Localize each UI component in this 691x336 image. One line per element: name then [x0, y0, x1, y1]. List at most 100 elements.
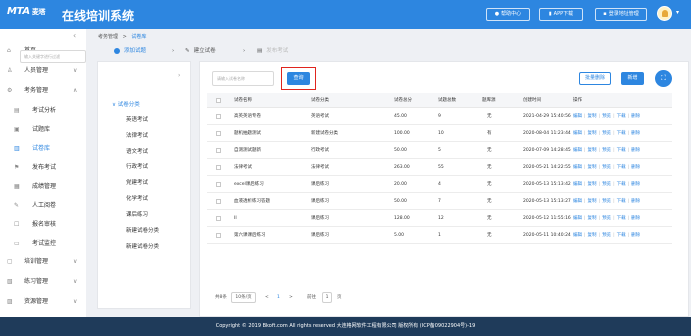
tree-node[interactable]: 课后练习	[126, 210, 148, 218]
row-checkbox[interactable]	[216, 165, 221, 170]
download-link[interactable]: 下载	[617, 216, 626, 221]
step-add-question[interactable]: 添加试题	[114, 46, 146, 56]
copy-link[interactable]: 复制	[588, 216, 597, 221]
sidebar-item-exam-affairs[interactable]: ⚙ 考务管理 ∧	[0, 84, 86, 98]
sidebar-item-training[interactable]: ▢ 培训管理 ∨	[0, 255, 86, 269]
chevron-right-icon[interactable]: ›	[178, 72, 180, 79]
tree-node[interactable]: 行政考试	[126, 162, 148, 170]
new-paper-button[interactable]: 新增	[621, 72, 644, 85]
download-link[interactable]: 下载	[617, 182, 626, 187]
download-link[interactable]: 下载	[617, 131, 626, 136]
row-checkbox[interactable]	[216, 182, 221, 187]
tree-node[interactable]: 语文考试	[126, 147, 148, 155]
delete-link[interactable]: 删除	[631, 114, 640, 119]
copy-link[interactable]: 复制	[588, 114, 597, 119]
preview-link[interactable]: 预览	[602, 233, 611, 238]
tree-node[interactable]: 党建考试	[126, 178, 148, 186]
edit-link[interactable]: 编辑	[573, 148, 582, 153]
goto-page-input[interactable]: 1	[322, 292, 332, 303]
preview-link[interactable]: 预览	[602, 114, 611, 119]
table-row: 高英英语专卷 英语考试 45.00 9 无 2021-04-29 15:40:5…	[207, 108, 672, 125]
copy-link[interactable]: 复制	[588, 131, 597, 136]
table-row: 题机抽题测试 新建试卷分类 100.00 10 有 2020-08-04 11:…	[207, 125, 672, 142]
copy-link[interactable]: 复制	[588, 148, 597, 153]
next-page-button[interactable]: >	[289, 293, 293, 303]
delete-link[interactable]: 删除	[631, 182, 640, 187]
step-build-paper[interactable]: ✎ 建立试卷	[185, 46, 216, 56]
prev-page-button[interactable]: <	[265, 293, 269, 303]
download-link[interactable]: 下载	[617, 114, 626, 119]
preview-link[interactable]: 预览	[602, 199, 611, 204]
edit-link[interactable]: 编辑	[573, 131, 582, 136]
help-center-button[interactable]: ● 帮助中心	[486, 8, 530, 21]
sidebar-item-resource[interactable]: ▨ 资源管理 ∨	[0, 295, 86, 309]
download-link[interactable]: 下载	[617, 148, 626, 153]
paper-search-input[interactable]: 请输入试卷名称	[212, 71, 274, 86]
sidebar-item-signup-review[interactable]: ☐ 报名审核	[0, 218, 86, 232]
breadcrumb-parent[interactable]: 考务管理	[98, 34, 118, 40]
edit-link[interactable]: 编辑	[573, 216, 582, 221]
preview-link[interactable]: 预览	[602, 165, 611, 170]
tree-node[interactable]: 法律考试	[126, 131, 148, 139]
download-link[interactable]: 下载	[617, 233, 626, 238]
copy-link[interactable]: 复制	[588, 165, 597, 170]
table-row: 第六课课后练习 课后练习 5.00 1 无 2020-05-11 10:40:2…	[207, 227, 672, 244]
row-checkbox[interactable]	[216, 199, 221, 204]
login-address-button[interactable]: ▪ 登录地址管理	[595, 8, 647, 21]
row-checkbox[interactable]	[216, 216, 221, 221]
copy-link[interactable]: 复制	[588, 182, 597, 187]
download-link[interactable]: 下载	[617, 165, 626, 170]
edit-link[interactable]: 编辑	[573, 165, 582, 170]
delete-link[interactable]: 删除	[631, 148, 640, 153]
delete-link[interactable]: 删除	[631, 165, 640, 170]
delete-link[interactable]: 删除	[631, 199, 640, 204]
delete-link[interactable]: 删除	[631, 131, 640, 136]
sidebar-item-publish-exam[interactable]: ⚑ 发布考试	[0, 161, 86, 175]
fullscreen-icon[interactable]: ⛶	[655, 70, 672, 87]
score-icon: ▦	[14, 183, 20, 190]
sidebar-item-exam-monitor[interactable]: ▭ 考试监控	[0, 237, 86, 251]
collapse-sidebar-icon[interactable]: ‹	[73, 31, 76, 40]
edit-link[interactable]: 编辑	[573, 182, 582, 187]
sidebar-item-users[interactable]: ♙ 人员管理 ∨	[0, 64, 86, 78]
edit-link[interactable]: 编辑	[573, 233, 582, 238]
copy-link[interactable]: 复制	[588, 233, 597, 238]
row-checkbox[interactable]	[216, 114, 221, 119]
sidebar-item-question-bank[interactable]: ▣ 试题库	[0, 123, 86, 137]
chevron-down-icon[interactable]: ▾	[676, 9, 679, 16]
delete-link[interactable]: 删除	[631, 233, 640, 238]
sidebar-item-paper-library[interactable]: ▥ 试卷库	[0, 142, 86, 156]
row-checkbox[interactable]	[216, 148, 221, 153]
preview-link[interactable]: 预览	[602, 216, 611, 221]
edit-link[interactable]: 编辑	[573, 199, 582, 204]
preview-link[interactable]: 预览	[602, 182, 611, 187]
table-row: II 课后练习 128.00 12 无 2020-05-12 11:55:16 …	[207, 210, 672, 227]
page-size-select[interactable]: 10条/页	[231, 292, 256, 303]
page-number[interactable]: 1	[277, 293, 280, 303]
sidebar-item-score[interactable]: ▦ 成绩管理	[0, 180, 86, 194]
select-all-checkbox[interactable]	[216, 98, 221, 103]
row-checkbox[interactable]	[216, 131, 221, 136]
batch-delete-button[interactable]: 批量删除	[579, 72, 611, 85]
tree-node[interactable]: 新建试卷分类	[126, 242, 159, 250]
edit-link[interactable]: 编辑	[573, 114, 582, 119]
row-checkbox[interactable]	[216, 233, 221, 238]
copy-link[interactable]: 复制	[588, 199, 597, 204]
help-icon: ●	[494, 11, 500, 17]
sidebar-item-marking[interactable]: ✎ 人工阅卷	[0, 199, 86, 213]
download-link[interactable]: 下载	[617, 199, 626, 204]
tree-node[interactable]: 新建试卷分类	[126, 226, 159, 234]
preview-link[interactable]: 预览	[602, 148, 611, 153]
sidebar-item-practice[interactable]: ▧ 练习管理 ∨	[0, 275, 86, 289]
query-button[interactable]: 查询	[287, 72, 310, 85]
delete-link[interactable]: 删除	[631, 216, 640, 221]
step-publish-exam[interactable]: ▤ 发布考试	[257, 46, 288, 56]
tree-node[interactable]: 化学考试	[126, 194, 148, 202]
app-download-button[interactable]: ▮ APP下载	[539, 8, 583, 21]
avatar[interactable]	[657, 6, 672, 21]
sidebar-item-exam-analysis[interactable]: ▤ 考试分析	[0, 104, 86, 118]
tree-filter-input[interactable]: 输入关键字进行过滤	[20, 50, 86, 63]
preview-link[interactable]: 预览	[602, 131, 611, 136]
tree-root[interactable]: ∨ 试卷分类	[112, 100, 140, 108]
tree-node[interactable]: 英语考试	[126, 115, 148, 123]
